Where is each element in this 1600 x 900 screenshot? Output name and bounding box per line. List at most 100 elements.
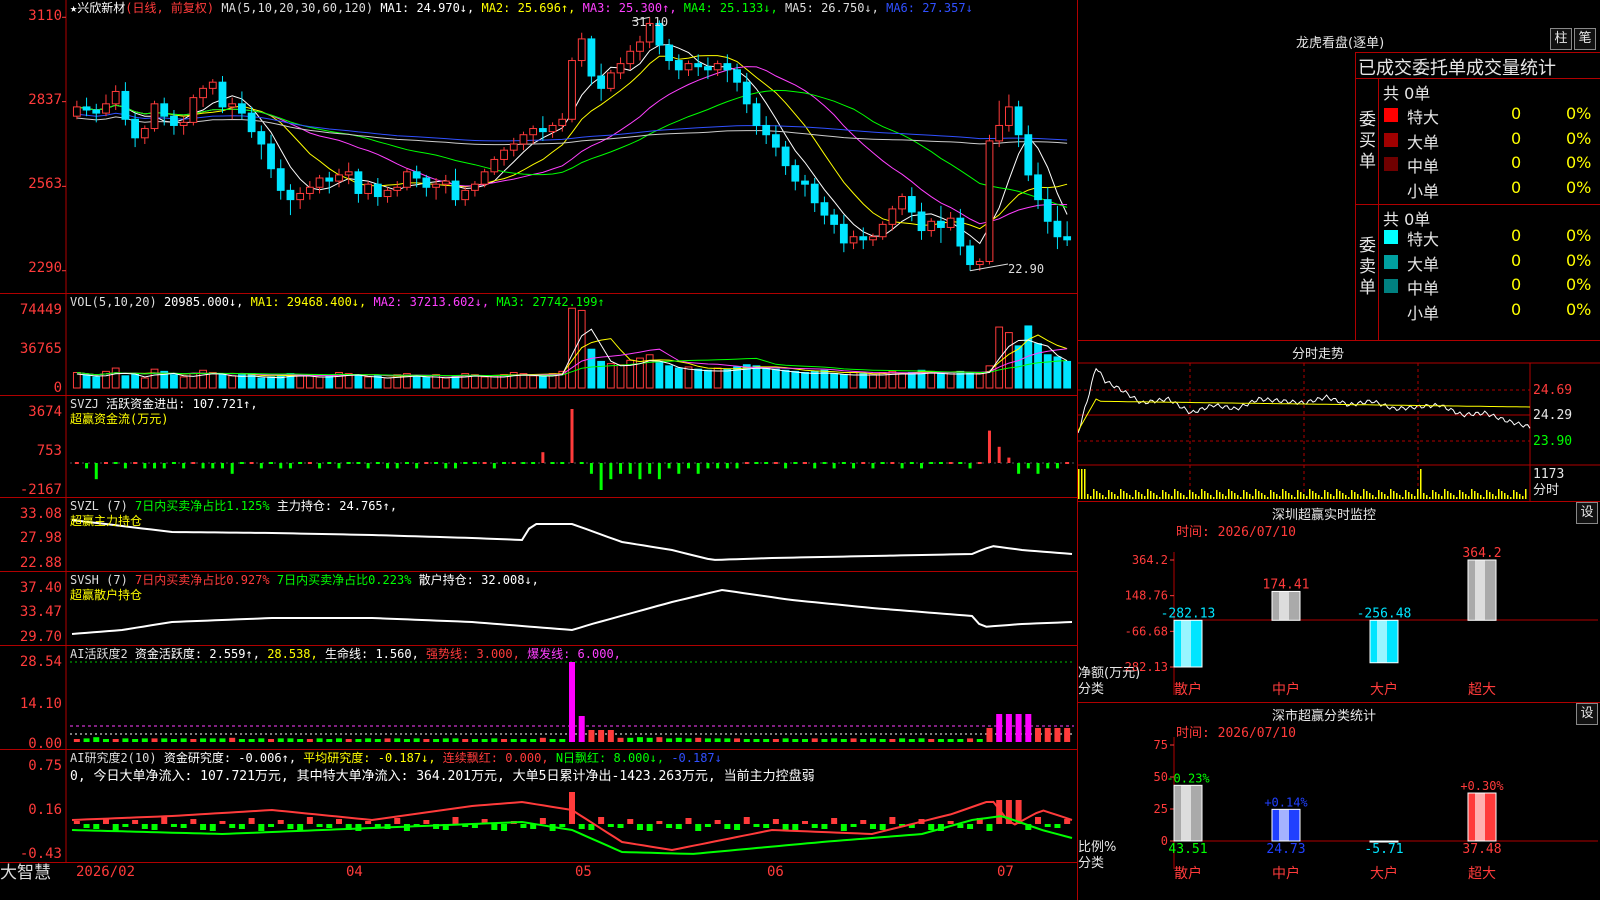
intraday-chart[interactable]: [1078, 341, 1600, 501]
research-bar: [180, 824, 187, 828]
activity-bar: [724, 738, 731, 742]
ai-research-panel[interactable]: AI研究度2(10) 资金研究度: -0.006↑, 平均研究度: -0.187…: [0, 750, 1077, 863]
y-tick: 14.10: [19, 696, 62, 712]
flow-bar: [716, 463, 720, 469]
activity-bar: [335, 738, 342, 742]
tick-mode-button[interactable]: 笔: [1574, 28, 1596, 50]
candle-body: [587, 38, 596, 77]
candle-body: [577, 38, 586, 62]
buy-total: 共 0单: [1383, 84, 1431, 103]
intraday-vol-bar: [1258, 491, 1260, 499]
intraday-vol-bar: [1129, 495, 1131, 499]
candle-body: [723, 63, 732, 71]
intraday-vol-bar: [1213, 497, 1215, 499]
candle-body: [597, 75, 606, 89]
ai2-summary: 0, 今日大单净流入: 107.721万元, 其中特大单净流入: 364.201…: [70, 769, 815, 784]
intraday-vol-bar: [1336, 489, 1338, 499]
intraday-vol-bar: [1315, 493, 1317, 499]
volume-bar: [92, 376, 101, 389]
intraday-vol-bar: [1462, 492, 1464, 499]
bar-mode-button[interactable]: 柱: [1550, 28, 1572, 50]
ai2-label3: 连续飘红: 0.000,: [442, 751, 549, 765]
intraday-vol-bar: [1243, 490, 1245, 499]
svzl-label1: 7日内买卖净占比1.125%: [135, 499, 270, 513]
volume-bar: [830, 373, 839, 389]
flow-bar: [920, 463, 924, 469]
ai1-name: AI活跃度2: [70, 647, 128, 661]
research-bar: [724, 824, 731, 829]
ai-activity-chart[interactable]: [0, 646, 1077, 749]
intraday-vol-bar: [1471, 489, 1473, 499]
research-bar: [248, 818, 255, 824]
intraday-vol-bar: [1228, 489, 1230, 499]
flow-bar: [444, 463, 448, 469]
candle-body: [160, 103, 169, 117]
volume-panel[interactable]: VOL(5,10,20) 20985.000↓, MA1: 29468.400↓…: [0, 294, 1077, 396]
flow-bar: [453, 463, 457, 469]
vol-ma3: MA3: 27742.199↑: [496, 295, 605, 309]
volume-chart[interactable]: [0, 294, 1077, 395]
candle-body: [752, 103, 761, 126]
buy-row: 小单 0 0%: [1381, 178, 1600, 201]
research-bar: [685, 818, 692, 824]
flow-bar: [230, 463, 234, 474]
volume-bar: [577, 309, 586, 389]
volume-bar: [82, 374, 91, 389]
intraday-vol-bar: [1399, 495, 1401, 499]
research-bar: [112, 824, 119, 831]
y-tick-label: -66.68: [1125, 624, 1168, 638]
flow-bar: [386, 463, 390, 469]
flow-bar: [279, 463, 283, 469]
candle-body: [82, 106, 91, 111]
activity-bar: [151, 738, 158, 742]
candle-body: [684, 63, 693, 71]
ai1-header: AI活跃度2 资金活跃度: 2.559↑, 28.538, 生命线: 1.560…: [70, 647, 621, 661]
flow-bar: [531, 462, 536, 464]
classify-panel: 深市超赢分类统计 设 时间: 2026/07/10 75 50 25 0 43.51 -0…: [1078, 703, 1600, 900]
svsh-panel[interactable]: SVSH (7) 7日内买卖净占比0.927% 7日内买卖净占比0.223% 散…: [0, 572, 1077, 646]
candle-body: [335, 174, 343, 182]
intraday-panel[interactable]: 分时走势 24.69 24.29 23.90 1173 分时: [1078, 341, 1600, 502]
research-bar: [889, 817, 896, 824]
intraday-vol-bar: [1381, 492, 1383, 499]
volume-bar: [529, 375, 538, 389]
research-bar: [200, 824, 207, 830]
activity-bar: [772, 739, 779, 742]
kline-chart[interactable]: [0, 0, 1077, 293]
candle-body: [1014, 106, 1023, 136]
ai-activity-panel[interactable]: AI活跃度2 资金活跃度: 2.559↑, 28.538, 生命线: 1.560…: [0, 646, 1077, 752]
intraday-vol-bar: [1318, 495, 1320, 499]
svzl-panel[interactable]: SVZL (7) 7日内买卖净占比1.125% 主力持仓: 24.765↑, 超…: [0, 498, 1077, 572]
low-marker-line: [969, 263, 1009, 272]
intraday-vol-bar: [1351, 490, 1353, 499]
volume-bar: [704, 369, 712, 389]
candle-body: [296, 192, 305, 201]
research-bar: [617, 824, 624, 828]
svsh-label2: 7日内买卖净占比0.223%: [276, 573, 412, 587]
candle-body: [519, 134, 528, 145]
vol-ma2: MA2: 37213.602↓,: [373, 295, 490, 309]
candle-body: [762, 124, 771, 136]
volume-bar: [140, 377, 149, 389]
y-tick: 0.75: [28, 758, 62, 774]
y-tick-label: 0: [1161, 834, 1168, 848]
svzl-label3: 超赢主力持仓: [70, 514, 143, 528]
volume-bar: [228, 375, 237, 389]
brand-label[interactable]: 大智慧: [0, 863, 51, 883]
intraday-vol-bar: [1282, 489, 1284, 499]
activity-bar: [73, 739, 80, 742]
value-label: 43.51: [1168, 842, 1207, 857]
volume-bar: [393, 374, 402, 389]
ma1-label: MA1: 24.970↓,: [380, 1, 475, 15]
kline-panel[interactable]: ★兴欣新材(日线, 前复权) MA(5,10,20,30,60,120) MA1…: [0, 0, 1077, 294]
svzj-panel[interactable]: SVZJ 活跃资金进出: 107.721↑, 超赢资金流(万元) 3674 75…: [0, 396, 1077, 498]
ai-research-chart[interactable]: [0, 750, 1077, 862]
research-bar: [1044, 824, 1051, 827]
volume-bar: [354, 374, 363, 389]
research-bar: [607, 824, 614, 827]
candle-body: [606, 72, 615, 89]
stock-name[interactable]: ★兴欣新材: [70, 1, 125, 15]
volume-bar: [72, 371, 81, 389]
candle-body: [286, 189, 295, 201]
flow-bar: [803, 462, 808, 464]
